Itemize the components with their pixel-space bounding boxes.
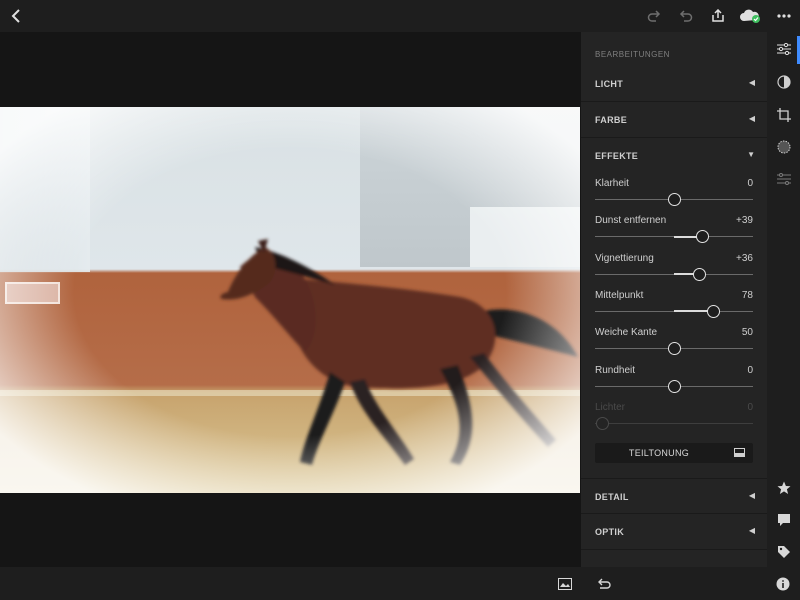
section-effekte-label: EFFEKTE (595, 151, 639, 161)
section-farbe-label: FARBE (595, 115, 628, 125)
section-detail[interactable]: DETAIL ◀ (581, 478, 767, 514)
photo-horse (0, 107, 580, 493)
slider-vignettierung[interactable]: Vignettierung +36 (595, 253, 753, 290)
teiltonung-label: TEILTONUNG (628, 448, 690, 458)
slider-weiche-kante[interactable]: Weiche Kante 50 (595, 327, 753, 364)
slider-value: +39 (736, 215, 753, 227)
tool-rail (767, 32, 800, 567)
share-icon[interactable] (704, 0, 732, 32)
slider-dunst-entfernen[interactable]: Dunst entfernen +39 (595, 215, 753, 252)
crop-icon[interactable] (767, 100, 800, 130)
collapse-left-icon: ◀ (748, 114, 755, 123)
slider-label: Rundheit (595, 364, 636, 376)
expand-down-icon: ▼ (747, 150, 755, 159)
presets-icon[interactable] (767, 164, 800, 194)
reset-icon[interactable] (590, 567, 618, 600)
slider-value: 0 (747, 178, 753, 189)
undo-icon[interactable] (672, 0, 700, 32)
slider-lichter: Lichter 0 (595, 402, 753, 439)
redo-icon[interactable] (640, 0, 668, 32)
slider-label: Mittelpunkt (595, 289, 644, 301)
slider-label: Klarheit (595, 178, 629, 189)
slider-value: 78 (741, 289, 753, 301)
slider-value: 0 (747, 401, 753, 413)
section-licht-label: LICHT (595, 79, 623, 89)
slider-value: 50 (741, 327, 753, 339)
info-icon[interactable] (769, 567, 797, 600)
photo-canvas[interactable] (0, 32, 581, 567)
more-icon[interactable] (770, 0, 798, 32)
star-icon[interactable] (767, 473, 800, 503)
section-optik-label: OPTIK (595, 527, 625, 537)
top-bar (0, 0, 800, 32)
slider-value: +36 (736, 252, 753, 264)
slider-knob[interactable] (692, 267, 706, 281)
slider-knob[interactable] (667, 342, 681, 356)
section-detail-label: DETAIL (595, 492, 629, 502)
slider-label: Dunst entfernen (595, 215, 667, 227)
slider-label: Weiche Kante (595, 327, 658, 339)
cloud-sync-icon[interactable] (736, 0, 764, 32)
collapse-left-icon: ◀ (748, 491, 755, 500)
teiltonung-button[interactable]: TEILTONUNG (595, 443, 753, 463)
slider-value: 0 (747, 364, 753, 376)
slider-knob[interactable] (667, 379, 681, 393)
vignette-icon[interactable] (767, 132, 800, 162)
bottom-bar (0, 567, 800, 600)
sliders-icon[interactable] (767, 34, 800, 64)
slider-track[interactable] (595, 422, 753, 424)
slider-knob[interactable] (707, 304, 720, 318)
comment-icon[interactable] (767, 505, 800, 535)
slider-label: Lichter (595, 401, 626, 413)
slider-knob (596, 416, 610, 430)
edit-panel: BEARBEITUNGEN LICHT ◀ FARBE ◀ EFFEKTE ▼ … (581, 32, 767, 567)
slider-mittelpunkt[interactable]: Mittelpunkt 78 (595, 290, 753, 327)
color-mix-icon[interactable] (767, 67, 800, 97)
section-optik[interactable]: OPTIK ◀ (581, 514, 767, 550)
section-licht[interactable]: LICHT ◀ (581, 66, 767, 102)
back-icon[interactable] (2, 0, 30, 32)
slider-knob[interactable] (695, 230, 709, 244)
section-effekte[interactable]: EFFEKTE ▼ (581, 138, 767, 174)
slider-klarheit[interactable]: Klarheit 0 (595, 178, 753, 215)
compare-view-icon[interactable] (551, 567, 579, 600)
slider-rundheit[interactable]: Rundheit 0 (595, 365, 753, 402)
slider-label: Vignettierung (595, 252, 654, 264)
tag-icon[interactable] (767, 537, 800, 567)
slider-knob[interactable] (667, 193, 681, 206)
collapse-left-icon: ◀ (748, 78, 755, 87)
split-toning-icon (734, 448, 745, 457)
panel-title: BEARBEITUNGEN (595, 50, 670, 59)
collapse-left-icon: ◀ (748, 526, 755, 535)
section-farbe[interactable]: FARBE ◀ (581, 102, 767, 138)
